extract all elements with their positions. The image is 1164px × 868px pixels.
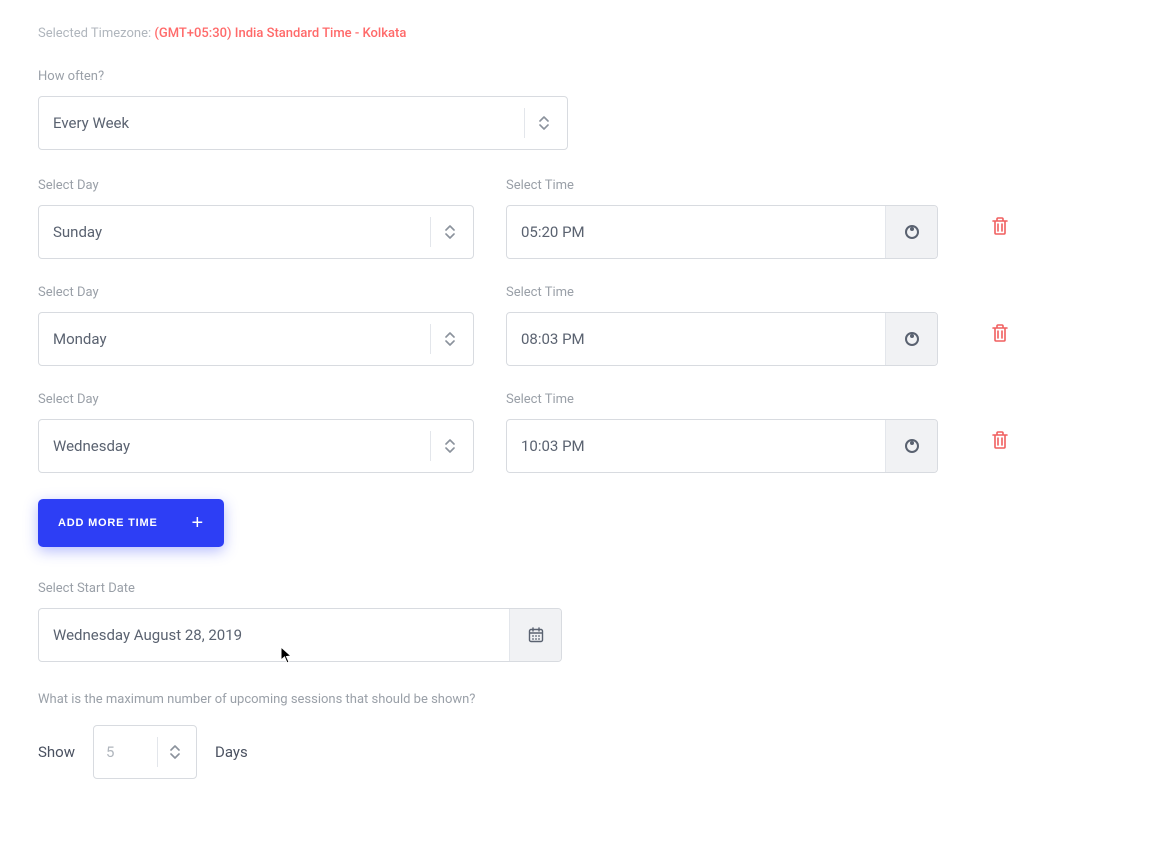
time-input[interactable]: 10:03 PM [506,419,938,473]
day-label: Select Day [38,178,474,193]
day-value: Wednesday [53,437,430,455]
timezone-label: Selected Timezone: [38,26,154,41]
timezone-value: (GMT+05:30) India Standard Time - Kolkat… [154,26,406,41]
day-value: Monday [53,330,430,348]
clock-icon [885,313,937,365]
chevron-updown-icon [441,330,459,348]
plus-icon: + [192,513,204,533]
time-value: 05:20 PM [507,206,885,258]
max-sessions-input[interactable]: 5 [93,725,197,779]
start-date-value: Wednesday August 28, 2019 [39,609,509,661]
calendar-icon [509,609,561,661]
clock-icon [885,420,937,472]
time-label: Select Time [506,178,938,193]
clock-icon [885,206,937,258]
delete-row-button[interactable] [970,415,1030,465]
how-often-label: How often? [38,69,1126,84]
trash-icon [991,216,1009,236]
time-label: Select Time [506,392,938,407]
timezone-info: Selected Timezone: (GMT+05:30) India Sta… [38,26,1126,41]
day-value: Sunday [53,223,430,241]
chevron-updown-icon [441,223,459,241]
schedule-row: Select Day Monday Select Time 08:03 PM [38,285,1126,366]
start-date-label: Select Start Date [38,581,1126,596]
trash-icon [991,323,1009,343]
max-sessions-value: 5 [106,743,157,761]
time-label: Select Time [506,285,938,300]
time-value: 08:03 PM [507,313,885,365]
how-often-value: Every Week [53,114,524,132]
show-label: Show [38,743,75,761]
add-more-label: ADD MORE TIME [58,517,192,529]
schedule-row: Select Day Wednesday Select Time 10:03 P… [38,392,1126,473]
time-value: 10:03 PM [507,420,885,472]
day-label: Select Day [38,392,474,407]
add-more-time-button[interactable]: ADD MORE TIME + [38,499,224,547]
days-unit-label: Days [215,743,248,761]
time-input[interactable]: 08:03 PM [506,312,938,366]
time-input[interactable]: 05:20 PM [506,205,938,259]
delete-row-button[interactable] [970,308,1030,358]
max-sessions-label: What is the maximum number of upcoming s… [38,692,1126,707]
chevron-updown-icon [441,437,459,455]
chevron-updown-icon [535,114,553,132]
day-select[interactable]: Wednesday [38,419,474,473]
delete-row-button[interactable] [970,201,1030,251]
day-select[interactable]: Sunday [38,205,474,259]
schedule-row: Select Day Sunday Select Time 05:20 PM [38,178,1126,259]
day-select[interactable]: Monday [38,312,474,366]
chevron-updown-icon [166,743,184,761]
start-date-input[interactable]: Wednesday August 28, 2019 [38,608,562,662]
trash-icon [991,430,1009,450]
how-often-select[interactable]: Every Week [38,96,568,150]
day-label: Select Day [38,285,474,300]
